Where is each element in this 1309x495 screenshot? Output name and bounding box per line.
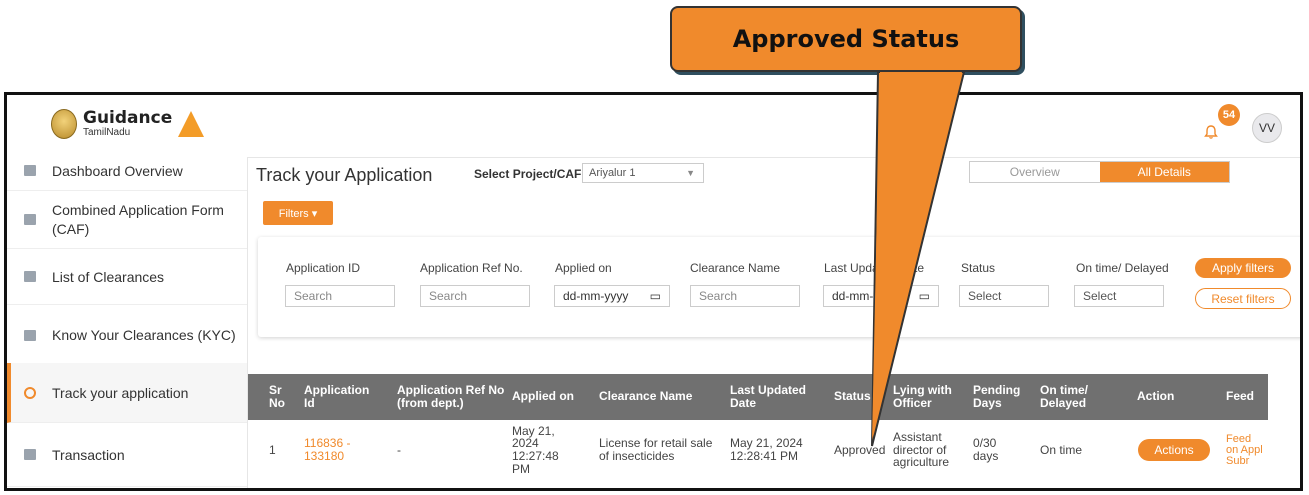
cell-officer: Assistant director of agriculture <box>893 430 950 470</box>
cell-sr: 1 <box>269 442 276 457</box>
col-lying-with: Lying with Officer <box>893 382 952 410</box>
filter-label-ref-no: Application Ref No. <box>420 261 523 275</box>
callout-text: Approved Status <box>732 25 960 53</box>
cell-pending-days: 0/30 days <box>973 436 999 463</box>
apply-filters-button[interactable]: Apply filters <box>1195 258 1291 278</box>
sidebar-item-track[interactable]: Track your application <box>7 363 247 423</box>
col-action: Action <box>1137 389 1175 404</box>
grid-icon <box>24 165 36 176</box>
cell-ontime: On time <box>1040 442 1083 457</box>
view-toggle: Overview All Details <box>969 161 1230 183</box>
ref-no-search-input[interactable]: Search <box>420 285 530 307</box>
sidebar-item-dashboard[interactable]: Dashboard Overview <box>7 151 247 191</box>
cell-applied-on: May 21, 2024 12:27:48 PM <box>512 423 559 476</box>
date-placeholder: dd-mm-yyyy <box>563 289 629 303</box>
last-updated-date-input[interactable]: dd-mm-yyyy ▭ <box>823 285 939 307</box>
calendar-icon[interactable]: ▭ <box>919 286 930 306</box>
approved-status-callout: Approved Status <box>670 6 1022 72</box>
actions-button[interactable]: Actions <box>1138 439 1210 461</box>
sidebar-item-label: Know Your Clearances (KYC) <box>52 327 236 343</box>
col-status: Status <box>834 389 871 404</box>
filter-label-status: Status <box>961 261 996 275</box>
tab-overview[interactable]: Overview <box>970 162 1100 182</box>
sidebar-item-label: Track your application <box>52 384 189 401</box>
logo-main-text: Guidance <box>83 108 173 128</box>
filter-label-last-updated: Last Updated Date <box>824 261 925 275</box>
location-pin-icon <box>24 386 36 399</box>
tab-all-details[interactable]: All Details <box>1099 162 1229 182</box>
cell-application-id[interactable]: 116836 - 133180 <box>304 420 366 480</box>
reset-filters-button[interactable]: Reset filters <box>1195 288 1291 309</box>
state-emblem-icon <box>51 109 77 139</box>
filters-button[interactable]: Filters ▾ <box>263 201 333 225</box>
avatar[interactable]: VV <box>1252 113 1282 143</box>
project-value: Ariyalur 1 <box>589 167 636 179</box>
cell-feedback[interactable]: Feed on Appl Subr <box>1226 420 1266 480</box>
date-placeholder: dd-mm-yyyy <box>832 289 898 303</box>
logo-sub-text: TamilNadu <box>83 127 131 138</box>
table-header: Sr No Application Id Application Ref No … <box>248 374 1268 420</box>
filter-label-app-id: Application ID <box>286 261 361 275</box>
col-sr-no: Sr No <box>269 382 285 410</box>
filter-label-ontime: On time/ Delayed <box>1076 261 1169 275</box>
guidance-logo[interactable]: Guidance TamilNadu <box>51 108 205 139</box>
clearance-search-input[interactable]: Search <box>690 285 800 307</box>
ontime-select[interactable]: Select <box>1074 285 1164 307</box>
main-content: Track your Application Select Project/CA… <box>248 157 1300 488</box>
cell-status: Approved <box>834 442 886 457</box>
card-icon <box>24 449 36 460</box>
filter-label-applied-on: Applied on <box>555 261 612 275</box>
sidebar-item-label: List of Clearances <box>52 268 165 285</box>
col-ref-no: Application Ref No (from dept.) <box>397 382 505 410</box>
sidebar-item-label: Combined Application Form (CAF) <box>52 201 224 237</box>
sidebar-item-clearances[interactable]: List of Clearances <box>7 249 247 305</box>
sidebar-item-caf[interactable]: Combined Application Form (CAF) <box>7 191 247 249</box>
col-applied-on: Applied on <box>512 389 574 404</box>
sidebar-item-transaction[interactable]: Transaction <box>7 423 247 487</box>
col-last-updated: Last Updated Date <box>730 382 807 410</box>
project-select[interactable]: Ariyalur 1 ▼ <box>582 163 704 183</box>
chevron-down-icon: ▼ <box>686 168 695 178</box>
applied-on-date-input[interactable]: dd-mm-yyyy ▭ <box>554 285 670 307</box>
sidebar: Dashboard Overview Combined Application … <box>7 157 248 488</box>
table-row: 1 116836 - 133180 - May 21, 2024 12:27:4… <box>248 420 1268 480</box>
app-window: Guidance TamilNadu 54 VV Dashboard Overv… <box>4 92 1303 491</box>
document-icon <box>24 214 36 225</box>
top-bar: Guidance TamilNadu 54 VV <box>7 95 1300 158</box>
bell-icon[interactable] <box>1204 125 1218 139</box>
col-feedback: Feed <box>1226 389 1255 404</box>
logo-mark-icon <box>178 111 205 137</box>
notification-badge[interactable]: 54 <box>1218 104 1240 126</box>
col-ontime: On time/ Delayed <box>1040 382 1089 410</box>
status-select[interactable]: Select <box>959 285 1049 307</box>
filter-panel: Application ID Application Ref No. Appli… <box>258 237 1300 337</box>
filter-label-clearance: Clearance Name <box>690 261 781 275</box>
cell-last-updated: May 21, 2024 12:28:41 PM <box>730 436 803 463</box>
cell-clearance-name: License for retail sale of insecticides <box>599 436 713 463</box>
sidebar-item-kyc[interactable]: Know Your Clearances (KYC) <box>7 305 247 365</box>
app-id-search-input[interactable]: Search <box>285 285 395 307</box>
calendar-icon[interactable]: ▭ <box>650 286 661 306</box>
list-icon <box>24 271 36 282</box>
col-pending-days: Pending Days <box>973 382 1021 410</box>
sidebar-item-label: Dashboard Overview <box>52 162 183 179</box>
cell-action: Actions <box>1138 420 1218 480</box>
cell-ref-no: - <box>397 442 401 457</box>
col-application-id: Application Id <box>304 382 370 410</box>
page-title: Track your Application <box>256 165 433 185</box>
sidebar-item-label: Transaction <box>52 446 125 463</box>
project-label: Select Project/CAF <box>474 167 582 181</box>
book-icon <box>24 329 36 341</box>
col-clearance-name: Clearance Name <box>599 389 693 404</box>
